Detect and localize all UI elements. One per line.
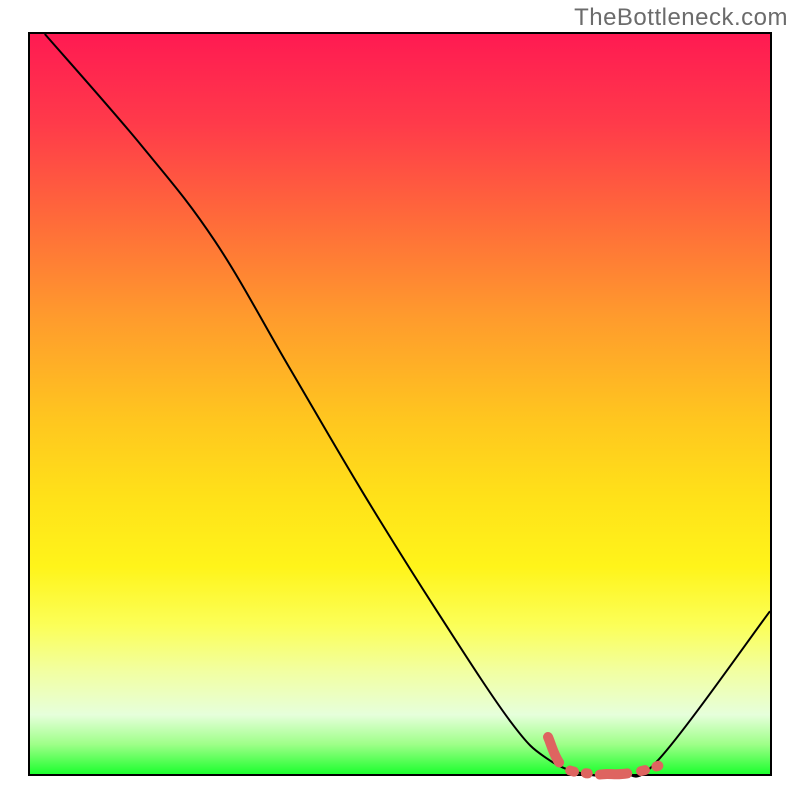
watermark-text: TheBottleneck.com [574,4,788,32]
plot-area [28,32,772,776]
chart-svg [30,34,770,774]
highlight-segment [548,737,666,775]
chart-container: TheBottleneck.com [0,0,800,800]
bottleneck-curve [45,34,770,777]
